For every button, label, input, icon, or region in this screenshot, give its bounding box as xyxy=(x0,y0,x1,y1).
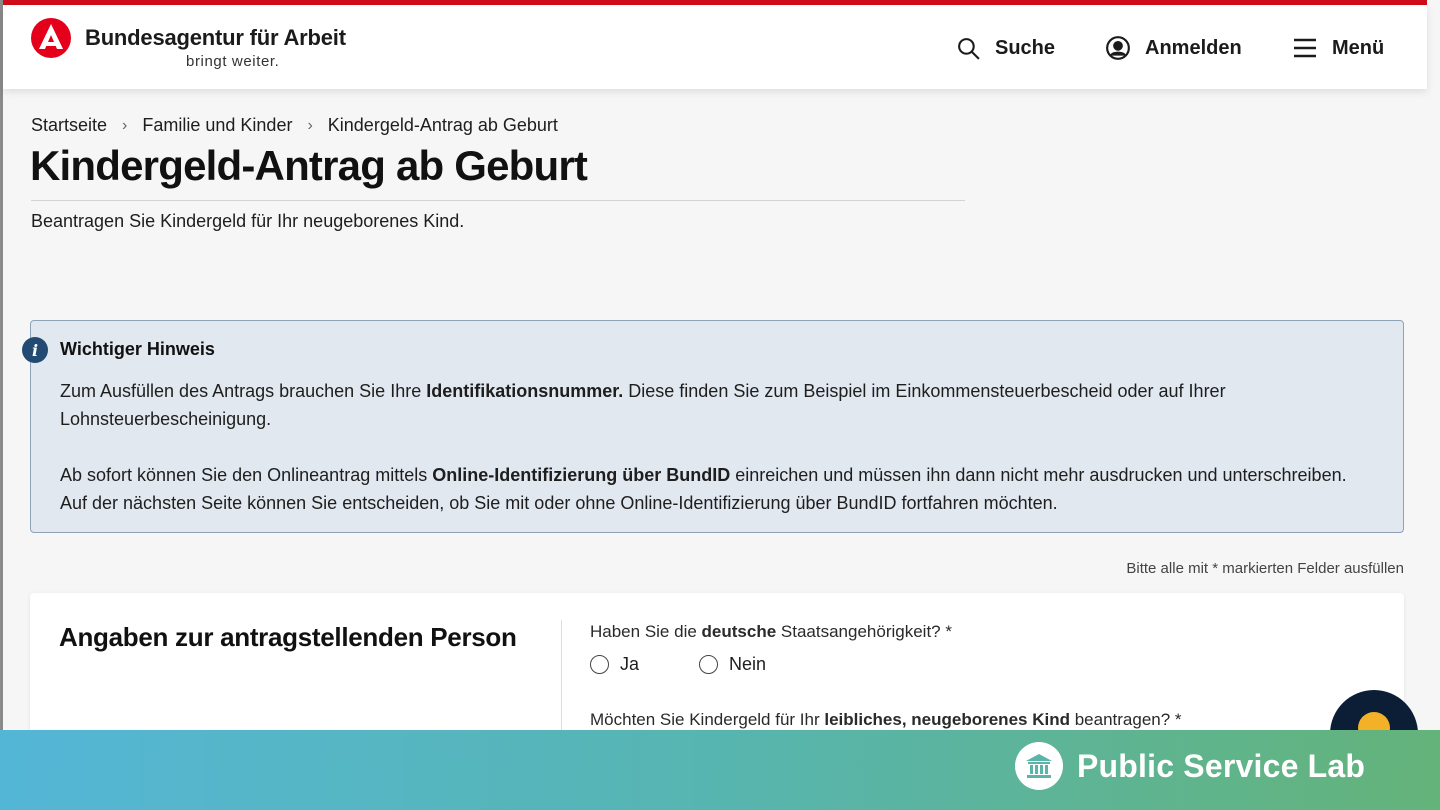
chevron-right-icon: › xyxy=(307,116,313,134)
brand-title[interactable]: Bundesagentur für Arbeit xyxy=(85,25,346,51)
ba-logo-icon[interactable] xyxy=(30,17,72,59)
search-button[interactable]: Suche xyxy=(956,33,1055,63)
menu-label: Menü xyxy=(1332,36,1385,59)
radio-yes[interactable]: Ja xyxy=(590,654,639,675)
chevron-right-icon: › xyxy=(122,116,128,134)
page-title: Kindergeld-Antrag ab Geburt xyxy=(30,142,588,189)
radio-circle[interactable] xyxy=(699,655,718,674)
required-fields-hint: Bitte alle mit * markierten Felder ausfü… xyxy=(1126,560,1404,577)
radio-no[interactable]: Nein xyxy=(699,654,766,675)
brand-tagline: bringt weiter. xyxy=(186,53,280,70)
section-title: Angaben zur antragstellenden Person xyxy=(59,622,517,652)
page-subtitle: Beantragen Sie Kindergeld für Ihr neugeb… xyxy=(31,211,465,231)
breadcrumb-home[interactable]: Startseite xyxy=(31,115,107,136)
radio-circle[interactable] xyxy=(590,655,609,674)
user-circle-icon xyxy=(1106,36,1130,60)
menu-button[interactable]: Menü xyxy=(1292,33,1384,63)
breadcrumb: Startseite › Familie und Kinder › Kinder… xyxy=(31,115,558,136)
question-biological-child: Möchten Sie Kindergeld für Ihr leibliche… xyxy=(590,710,1182,729)
login-button[interactable]: Anmelden xyxy=(1105,33,1242,63)
window-edge xyxy=(0,0,3,730)
login-label: Anmelden xyxy=(1145,36,1242,59)
question-german-citizenship: Haben Sie die deutsche Staatsangehörigke… xyxy=(590,622,952,641)
institution-icon xyxy=(1015,742,1063,790)
site-header: Bundesagentur für Arbeit bringt weiter. … xyxy=(3,5,1427,89)
notice-paragraph-bundid: Ab sofort können Sie den Onlineantrag mi… xyxy=(60,465,1347,513)
search-icon xyxy=(958,37,980,60)
breadcrumb-family[interactable]: Familie und Kinder xyxy=(142,115,292,136)
notice-title: Wichtiger Hinweis xyxy=(60,339,215,359)
card-divider xyxy=(561,620,562,740)
watermark-label: Public Service Lab xyxy=(1077,748,1366,784)
info-icon: i xyxy=(22,337,48,363)
radio-no-label: Nein xyxy=(729,654,767,674)
radio-yes-label: Ja xyxy=(620,654,640,674)
notice-paragraph-id-number: Zum Ausfüllen des Antrags brauchen Sie I… xyxy=(60,381,1226,429)
breadcrumb-current: Kindergeld-Antrag ab Geburt xyxy=(327,115,558,135)
search-label: Suche xyxy=(995,36,1056,59)
hamburger-menu-icon xyxy=(1294,38,1316,58)
title-divider xyxy=(31,200,965,201)
